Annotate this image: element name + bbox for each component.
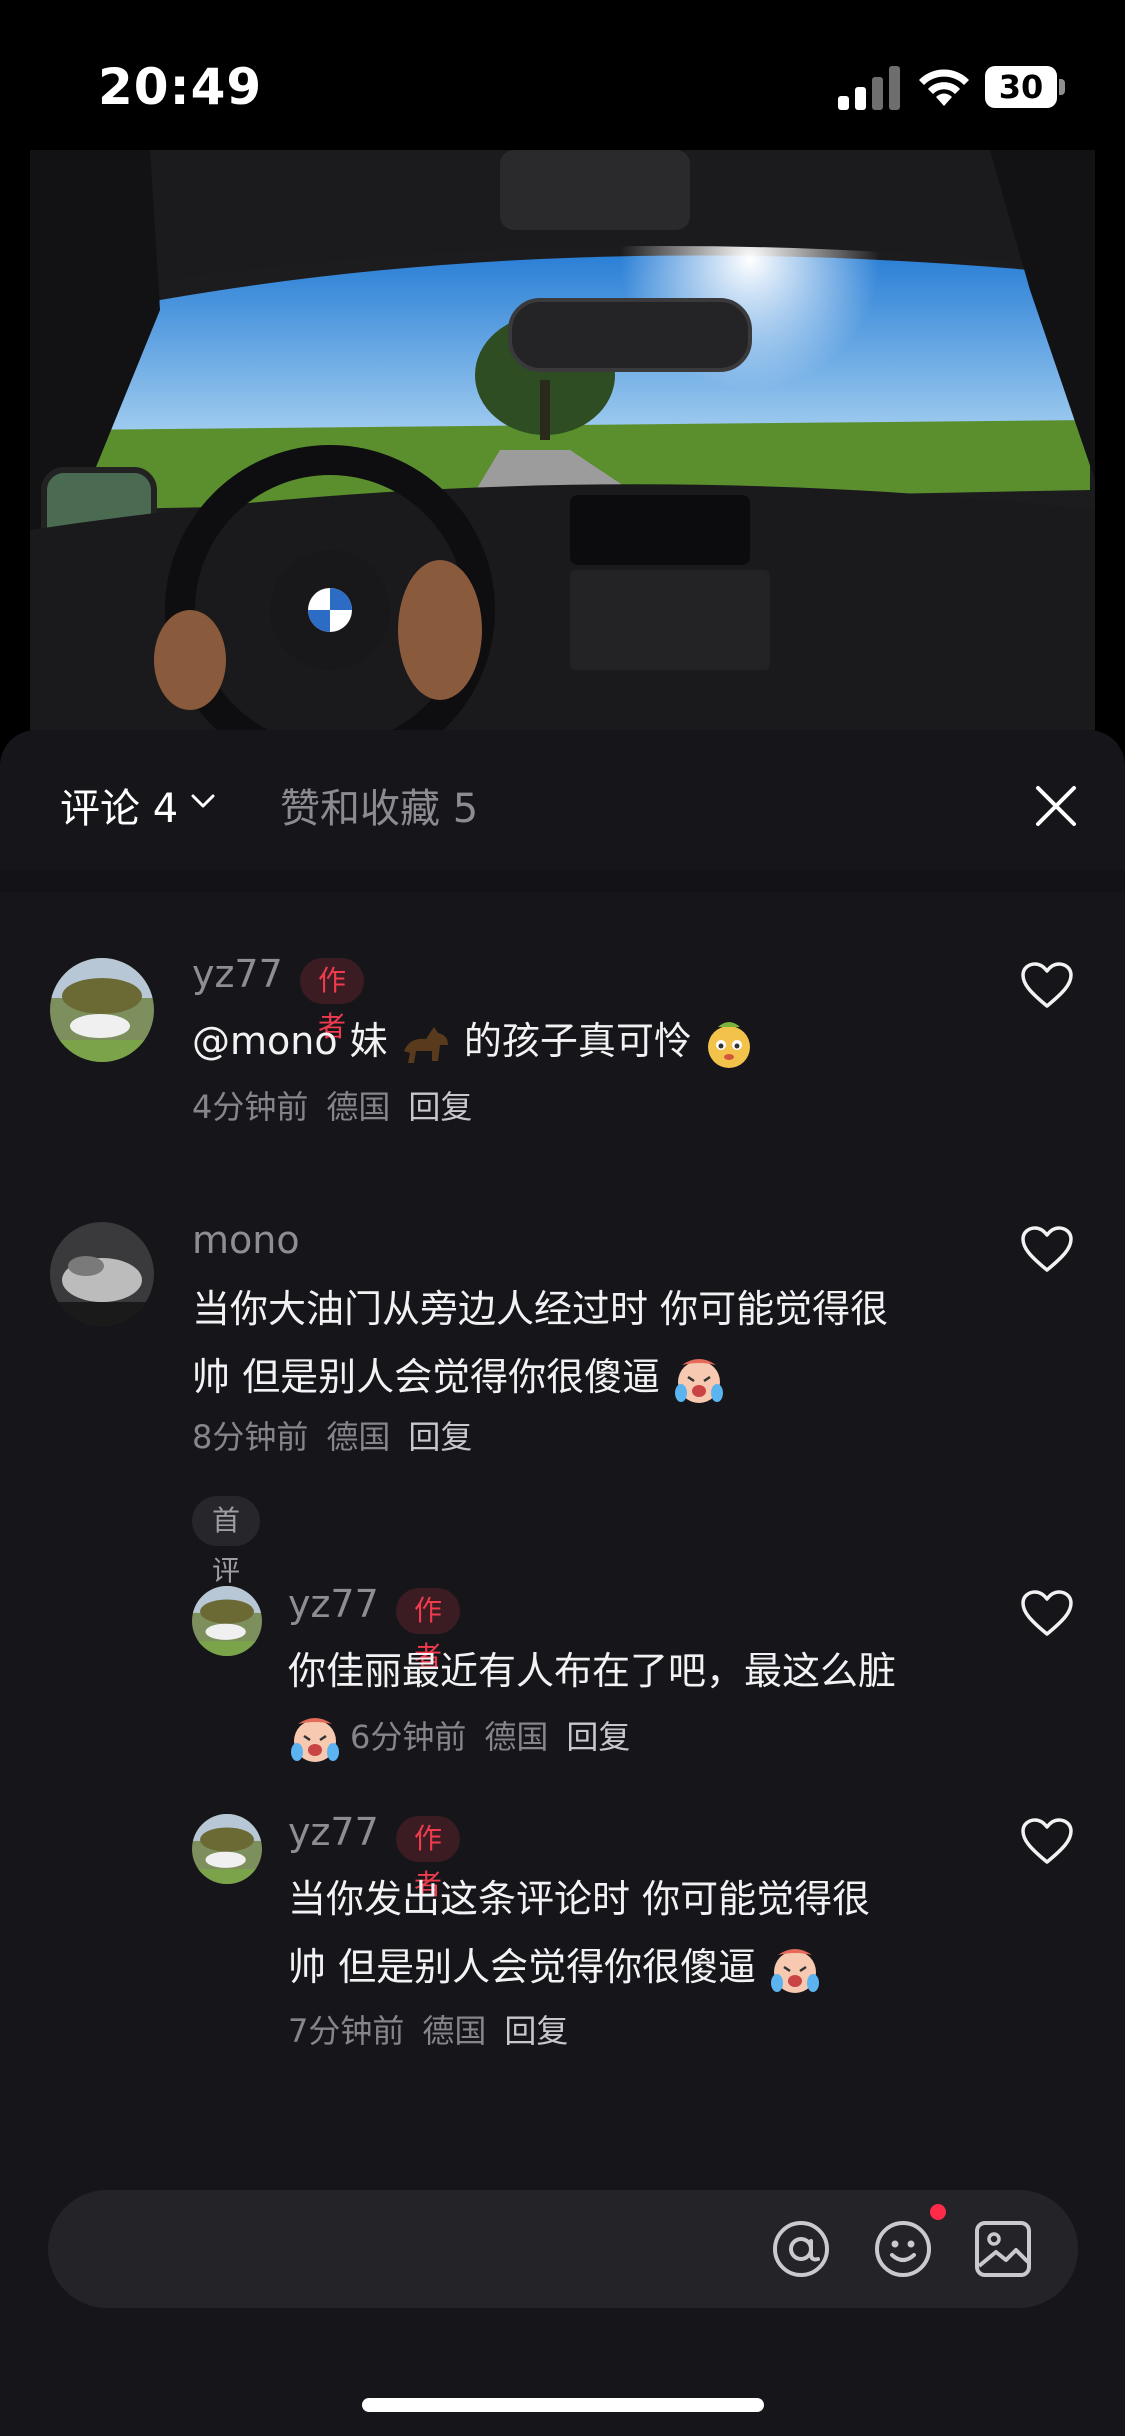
home-indicator[interactable] <box>362 2398 764 2412</box>
comment-text-line-1: 当你大油门从旁边人经过时 你可能觉得很 <box>192 1287 889 1331</box>
horse-emoji <box>403 1026 448 1063</box>
image-icon[interactable] <box>972 2218 1034 2280</box>
comment-username[interactable]: yz77 <box>192 952 283 996</box>
reply-button[interactable]: 回复 <box>566 1718 630 1756</box>
comment-username[interactable]: yz77 <box>288 1582 379 1626</box>
wifi-icon <box>919 69 969 106</box>
video-player[interactable] <box>30 150 1095 730</box>
reply-button[interactable]: 回复 <box>408 1418 472 1456</box>
avatar[interactable] <box>50 1222 154 1326</box>
comment-text: 你佳丽最近有人布在了吧，最这么脏 <box>288 1649 897 1693</box>
comment-text-line-2: 帅 但是别人会觉得你很傻逼 <box>192 1344 726 1410</box>
chevron-down-icon[interactable] <box>190 792 216 810</box>
comment-time: 8分钟前 <box>192 1418 309 1456</box>
battery-indicator: 30 <box>985 66 1067 108</box>
reply-button[interactable]: 回复 <box>504 2012 568 2050</box>
tab-likes-and-saves[interactable]: 赞和收藏 5 <box>280 776 478 834</box>
comment-meta: 6分钟前 德国 回复 <box>288 1712 648 1766</box>
avatar[interactable] <box>192 1814 262 1884</box>
comment-username[interactable]: yz77 <box>288 1810 379 1854</box>
comment-location: 德国 <box>326 1418 391 1456</box>
face-emoji <box>707 1021 750 1068</box>
comment-input-bar[interactable] <box>48 2190 1078 2308</box>
comment-text: @mono 妹 的孩子真可怜 <box>192 1008 754 1074</box>
crying-emoji <box>771 1948 820 1993</box>
first-comment-badge: 首评 <box>192 1496 261 1587</box>
divider <box>0 870 1125 892</box>
status-time: 20:49 <box>98 58 263 116</box>
battery-level: 30 <box>985 66 1057 108</box>
comment-meta: 7分钟前 德国 回复 <box>288 2006 586 2052</box>
comment-location: 德国 <box>422 2012 487 2050</box>
signal-icon <box>838 66 900 110</box>
comment-time: 4分钟前 <box>192 1088 309 1126</box>
crying-emoji <box>675 1358 724 1403</box>
status-bar: 20:49 30 <box>0 0 1125 150</box>
close-icon[interactable] <box>1030 780 1082 832</box>
at-icon[interactable] <box>770 2218 832 2280</box>
emoji-icon[interactable] <box>872 2218 934 2280</box>
crying-emoji <box>291 1718 339 1762</box>
tab-bar: 评论 4 赞和收藏 5 <box>0 730 1125 872</box>
comment-time: 7分钟前 <box>288 2012 405 2050</box>
notification-dot <box>930 2204 946 2220</box>
video-frame <box>30 150 1095 730</box>
heart-icon[interactable] <box>1020 1226 1074 1274</box>
comment-meta: 8分钟前 德国 回复 <box>192 1412 490 1458</box>
comment-location: 德国 <box>484 1718 549 1756</box>
comments-panel: 评论 4 赞和收藏 5 yz77 作者 @mono 妹 的孩子真可怜 4分钟前 … <box>0 730 1125 2436</box>
author-badge: 作者 <box>396 1588 461 1673</box>
author-badge: 作者 <box>300 958 365 1043</box>
comment-time: 6分钟前 <box>350 1718 467 1756</box>
comment-location: 德国 <box>326 1088 391 1126</box>
comment-username[interactable]: mono <box>192 1218 300 1262</box>
comment-text-line-2: 帅 但是别人会觉得你很傻逼 <box>288 1934 822 2000</box>
comment-meta: 4分钟前 德国 回复 <box>192 1082 490 1128</box>
comment-text-line-1: 当你发出这条评论时 你可能觉得很 <box>288 1877 871 1921</box>
avatar[interactable] <box>50 958 154 1062</box>
reply-button[interactable]: 回复 <box>408 1088 472 1126</box>
heart-icon[interactable] <box>1020 1818 1074 1866</box>
heart-icon[interactable] <box>1020 1590 1074 1638</box>
author-badge: 作者 <box>396 1816 461 1901</box>
heart-icon[interactable] <box>1020 962 1074 1010</box>
tab-comments[interactable]: 评论 4 <box>60 776 178 834</box>
avatar[interactable] <box>192 1586 262 1656</box>
